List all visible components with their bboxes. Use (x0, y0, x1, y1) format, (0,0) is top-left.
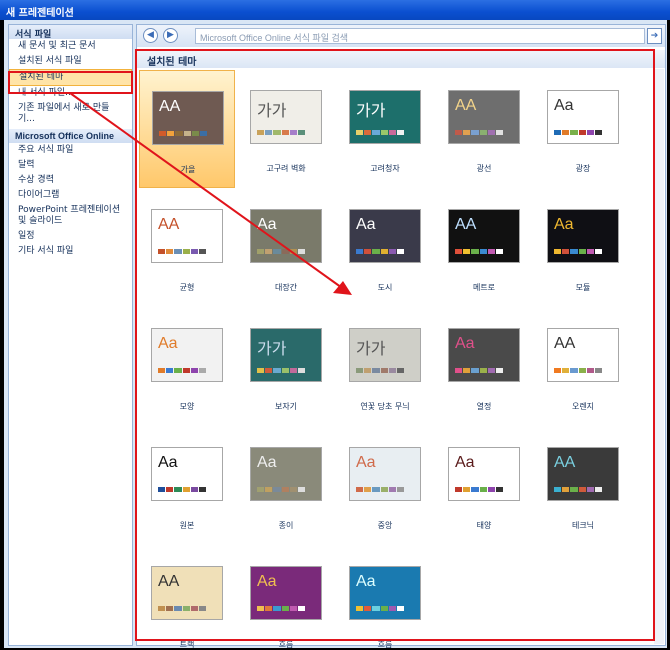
sidebar: 서식 파일 새 문서 및 최근 문서 설치된 서식 파일 설치된 테마 내 서식… (8, 24, 133, 646)
sidebar-item-recent[interactable]: 새 문서 및 최근 문서 (9, 39, 132, 54)
forward-arrow-icon[interactable]: ▶ (163, 28, 178, 43)
sidebar-online-header: Microsoft Office Online (9, 129, 132, 143)
sidebar-header: 서식 파일 (9, 25, 132, 40)
search-input[interactable]: Microsoft Office Online 서식 파일 검색 (195, 28, 645, 44)
scrollbar[interactable] (654, 69, 664, 644)
sidebar-item-presentations[interactable]: PowerPoint 프레젠테이션 및 슬라이드 (9, 203, 132, 229)
sidebar-item-schedule[interactable]: 일정 (9, 229, 132, 244)
sidebar-item-calendar[interactable]: 달력 (9, 158, 132, 173)
sidebar-highlight-box (8, 71, 133, 94)
annotation-red-box (135, 49, 655, 641)
sidebar-item-installed-templates[interactable]: 설치된 서식 파일 (9, 54, 132, 69)
sidebar-item-featured[interactable]: 주요 서식 파일 (9, 143, 132, 158)
search-toolbar: ◀ ▶ Microsoft Office Online 서식 파일 검색 ➔ (137, 25, 665, 47)
sidebar-item-new-from-existing[interactable]: 기존 파일에서 새로 만들기... (9, 101, 132, 127)
sidebar-item-diagram[interactable]: 다이어그램 (9, 188, 132, 203)
back-arrow-icon[interactable]: ◀ (143, 28, 158, 43)
sidebar-item-other[interactable]: 기타 서식 파일 (9, 244, 132, 259)
window-title: 새 프레젠테이션 (6, 8, 74, 19)
go-arrow-icon[interactable]: ➔ (647, 28, 662, 44)
sidebar-item-awards[interactable]: 수상 경력 (9, 173, 132, 188)
window-titlebar: 새 프레젠테이션 (0, 0, 670, 20)
